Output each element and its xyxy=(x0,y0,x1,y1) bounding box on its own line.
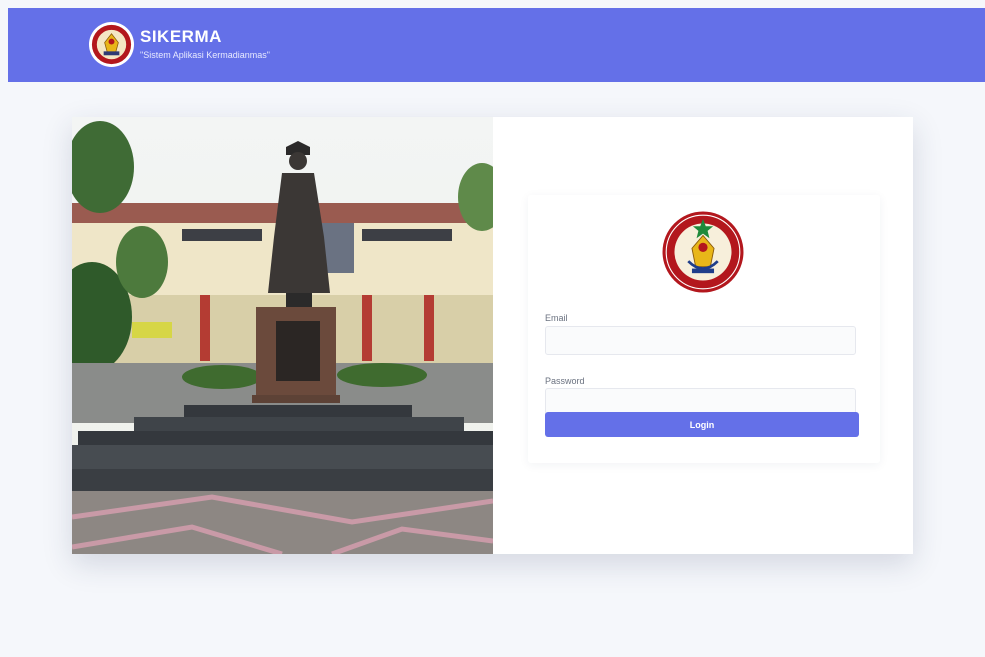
login-button[interactable]: Login xyxy=(545,412,859,437)
campus-statue-photo xyxy=(72,117,493,554)
password-label: Password xyxy=(545,376,585,386)
email-label: Email xyxy=(545,313,568,323)
login-card: Email Password Login xyxy=(72,117,913,554)
police-academy-emblem-icon xyxy=(88,21,135,68)
sekolah-tinggi-emblem-icon xyxy=(662,211,744,293)
app-subtitle: "Sistem Aplikasi Kermadianmas" xyxy=(140,50,270,60)
email-field[interactable] xyxy=(545,326,856,355)
app-title: SIKERMA xyxy=(140,27,222,46)
login-form: Email Password Login xyxy=(528,195,880,463)
top-header-bar: SIKERMA "Sistem Aplikasi Kermadianmas" xyxy=(8,8,985,82)
